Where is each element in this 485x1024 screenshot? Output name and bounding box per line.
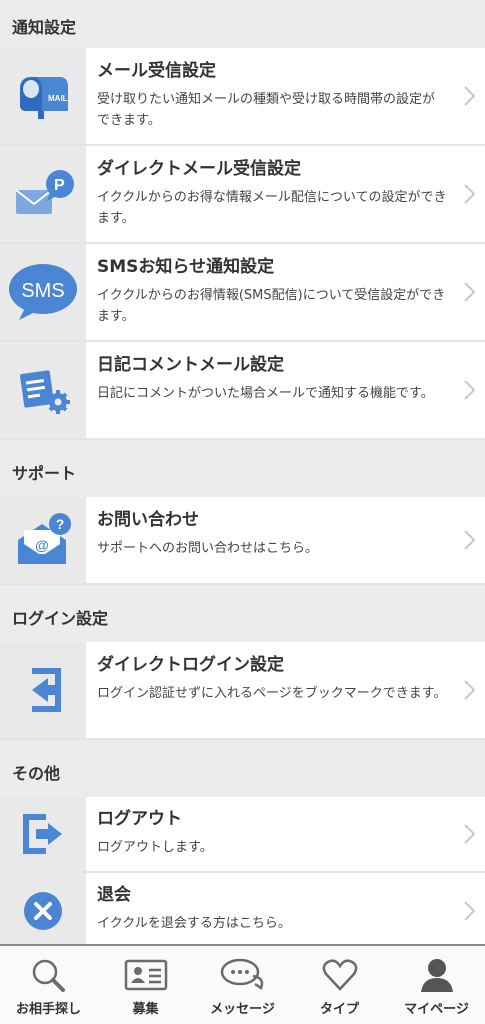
withdraw-item[interactable]: 退会 イククルを退会する方はこちら。 [0, 873, 485, 949]
section-header-login: ログイン設定 [0, 585, 485, 642]
section-header-support: サポート [0, 440, 485, 497]
logout-icon [0, 797, 86, 871]
mail-settings-item[interactable]: MAIL メール受信設定 受け取りたい通知メールの種類や受け取る時間帯の設定がで… [0, 48, 485, 146]
item-desc: ログイン認証せずに入れるページをブックマークできます。 [97, 686, 447, 701]
item-title: ログアウト [97, 809, 182, 829]
person-icon [420, 959, 453, 992]
tab-label: マイページ [404, 1002, 469, 1017]
item-title: メール受信設定 [97, 61, 216, 81]
tab-label: メッセージ [210, 1002, 275, 1017]
withdraw-icon [0, 873, 86, 949]
svg-text:?: ? [56, 516, 65, 532]
inquiry-mail-icon: @ ? [0, 497, 86, 583]
item-desc: イククルからのお得な情報メール配信についての設定ができます。 [97, 190, 447, 226]
item-title: 日記コメントメール設定 [97, 355, 284, 375]
item-title: お問い合わせ [97, 510, 199, 530]
heart-icon [322, 959, 357, 991]
sms-settings-item[interactable]: SMS SMSお知らせ通知設定 イククルからのお得情報(SMS配信)について受信… [0, 244, 485, 342]
message-icon [220, 958, 263, 990]
direct-login-settings-item[interactable]: ダイレクトログイン設定 ログイン認証せずに入れるページをブックマークできます。 [0, 642, 485, 740]
section-header-other: その他 [0, 740, 485, 797]
tab-mypage[interactable]: マイページ [388, 946, 485, 1024]
search-icon [32, 959, 65, 992]
direct-mail-settings-item[interactable]: P ダイレクトメール受信設定 イククルからのお得な情報メール配信についての設定が… [0, 146, 485, 244]
item-title: ダイレクトログイン設定 [97, 655, 284, 675]
chevron-right-icon [464, 86, 476, 106]
tab-search[interactable]: お相手探し [0, 946, 97, 1024]
svg-text:@: @ [35, 537, 49, 553]
chevron-right-icon [464, 380, 476, 400]
mailbox-icon: MAIL [0, 48, 86, 144]
points-mail-icon: P [0, 146, 86, 242]
tab-type[interactable]: タイプ [291, 946, 388, 1024]
chevron-right-icon [464, 680, 476, 700]
item-desc: 日記にコメントがついた場合メールで通知する機能です。 [97, 386, 434, 401]
item-title: ダイレクトメール受信設定 [97, 159, 301, 179]
diary-comment-settings-item[interactable]: 日記コメントメール設定 日記にコメントがついた場合メールで通知する機能です。 [0, 342, 485, 440]
item-desc: サポートへのお問い合わせはこちら。 [97, 541, 319, 556]
chevron-right-icon [464, 824, 476, 844]
chevron-right-icon [464, 901, 476, 921]
item-desc: イククルを退会する方はこちら。 [97, 916, 291, 931]
chevron-right-icon [464, 282, 476, 302]
tab-label: お相手探し [15, 1002, 81, 1017]
bottom-tab-bar: お相手探し 募集 メッセージ タイプ マイページ [0, 944, 485, 1024]
item-title: SMSお知らせ通知設定 [97, 257, 275, 277]
tab-recruit[interactable]: 募集 [97, 946, 194, 1024]
item-desc: イククルからのお得情報(SMS配信)について受信設定ができます。 [97, 288, 446, 324]
item-title: 退会 [97, 885, 131, 905]
item-desc: 受け取りたい通知メールの種類や受け取る時間帯の設定ができます。 [97, 92, 436, 128]
svg-text:P: P [54, 177, 65, 194]
profile-card-icon [124, 959, 167, 991]
section-header-notification: 通知設定 [0, 0, 485, 48]
logout-item[interactable]: ログアウト ログアウトします。 [0, 797, 485, 873]
inquiry-item[interactable]: @ ? お問い合わせ サポートへのお問い合わせはこちら。 [0, 497, 485, 585]
chevron-right-icon [464, 184, 476, 204]
tab-label: 募集 [132, 1002, 159, 1017]
item-desc: ログアウトします。 [97, 840, 213, 855]
sms-icon-text: SMS [21, 280, 64, 302]
diary-settings-icon [0, 342, 86, 438]
login-icon [0, 642, 86, 738]
svg-text:MAIL: MAIL [48, 94, 68, 103]
tab-label: タイプ [319, 1002, 359, 1017]
tab-message[interactable]: メッセージ [194, 946, 291, 1024]
sms-bubble-icon: SMS [0, 244, 86, 340]
chevron-right-icon [464, 530, 476, 550]
